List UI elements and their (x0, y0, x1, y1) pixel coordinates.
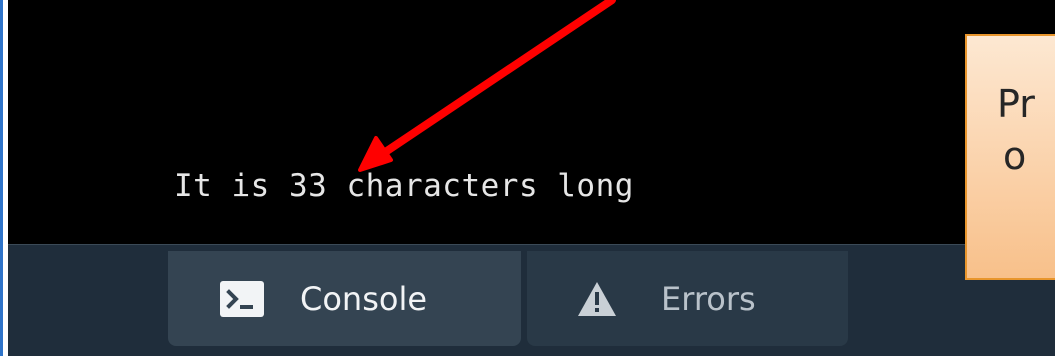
annotation-note: Pr o (965, 34, 1055, 280)
terminal-icon (220, 280, 264, 317)
annotation-note-text: Pr o (997, 78, 1035, 182)
left-border (0, 0, 3, 356)
note-line-1: Pr (997, 82, 1035, 126)
note-line-2: o (1003, 134, 1027, 178)
console-output-line: It is 33 characters long (174, 168, 634, 204)
app-frame: It is 33 characters long Console Errors … (0, 0, 1055, 356)
tab-errors-label: Errors (661, 279, 756, 318)
tab-console[interactable]: Console (168, 251, 521, 346)
tab-errors[interactable]: Errors (527, 251, 848, 346)
console-output-panel: It is 33 characters long (8, 0, 1055, 245)
warning-icon (577, 281, 617, 317)
tab-console-label: Console (300, 279, 428, 318)
bottom-tab-bar: Console Errors (8, 245, 1055, 356)
